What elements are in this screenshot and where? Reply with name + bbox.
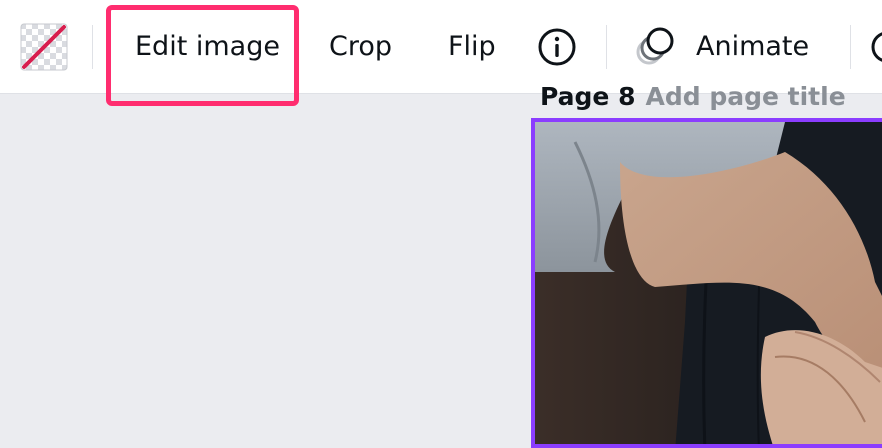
info-icon[interactable] [537,27,577,67]
toolbar-divider [606,25,607,69]
selected-image[interactable] [531,118,882,448]
animate-icon[interactable] [635,25,677,67]
cut-off-icon[interactable] [870,30,882,64]
editor-toolbar: Edit image Crop Flip Animate [0,0,882,106]
transparency-icon[interactable] [20,23,68,71]
page-title-input[interactable]: Add page title [645,82,845,111]
crop-button[interactable]: Crop [329,27,392,67]
edit-image-highlight [106,5,299,106]
toolbar-divider [850,25,851,69]
animate-button[interactable]: Animate [696,27,809,67]
page-number-label: Page 8 [540,82,636,111]
flip-button[interactable]: Flip [448,27,496,67]
toolbar-divider [92,25,93,69]
page-header: Page 8 Add page title [540,82,846,112]
